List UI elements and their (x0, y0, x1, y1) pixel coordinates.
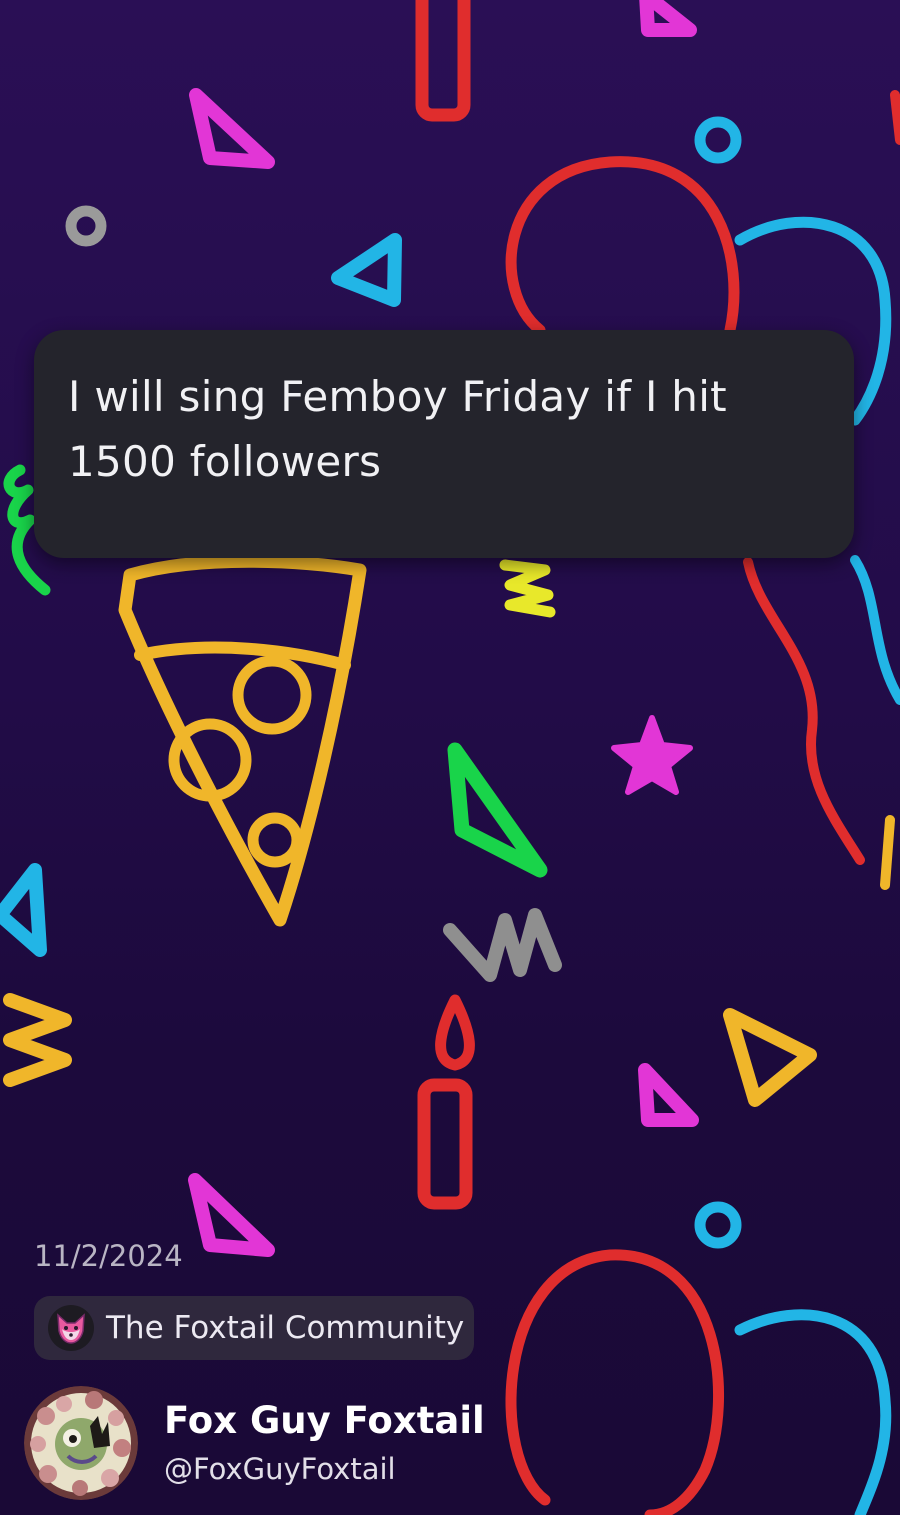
zigzag-doodle (443, 908, 562, 982)
triangle-doodle (447, 742, 548, 878)
circle-doodle (694, 1201, 742, 1249)
candle-doodle (415, 0, 471, 122)
triangle-doodle (331, 233, 402, 307)
triangle-doodle (723, 1008, 817, 1107)
triangle-doodle (638, 1063, 699, 1127)
candle-flame (435, 994, 475, 1071)
balloon-doodle (734, 1309, 892, 1515)
squiggle-doodle (890, 90, 900, 145)
community-name: The Foxtail Community (106, 1310, 465, 1346)
post-text: I will sing Femboy Friday if I hit 1500 … (68, 372, 727, 486)
zigzag-doodle (3, 993, 72, 1087)
triangle-doodle (639, 0, 697, 37)
author-handle[interactable]: @FoxGuyFoxtail (164, 1452, 396, 1486)
balloon-doodle (505, 1249, 724, 1515)
triangle-doodle (189, 88, 275, 169)
author-avatar[interactable] (24, 1386, 138, 1500)
post-date: 11/2/2024 (34, 1239, 183, 1273)
squiggle-doodle (880, 815, 895, 890)
author-name[interactable]: Fox Guy Foxtail (164, 1399, 485, 1442)
candle-doodle (417, 1078, 473, 1210)
triangle-doodle (0, 863, 47, 957)
post-card: I will sing Femboy Friday if I hit 1500 … (34, 330, 854, 558)
circle-doodle (694, 116, 742, 164)
community-chip[interactable]: The Foxtail Community (34, 1296, 474, 1360)
pizza-doodle (134, 641, 351, 671)
balloon-doodle (505, 156, 740, 336)
star-doodle (611, 715, 693, 795)
party-background (0, 0, 900, 1515)
pizza-topping (247, 812, 303, 868)
squiggle-doodle (499, 559, 556, 618)
balloon-string (743, 557, 865, 865)
balloon-string (850, 555, 900, 705)
fox-icon (48, 1305, 94, 1351)
triangle-doodle (188, 1173, 275, 1257)
circle-doodle (65, 205, 107, 247)
pizza-topping (232, 655, 312, 735)
